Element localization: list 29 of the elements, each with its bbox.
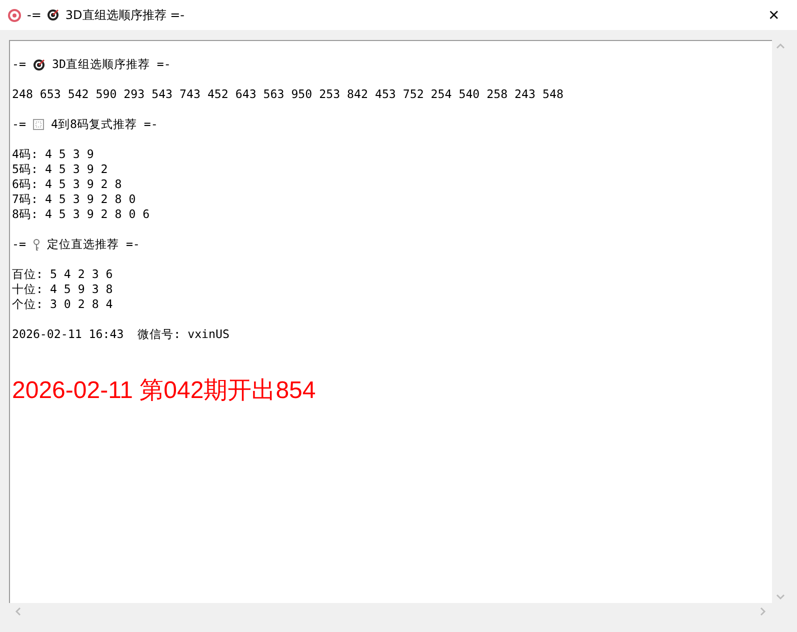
text-line: 8码: 4 5 3 9 2 8 0 6	[12, 207, 151, 222]
close-button[interactable]: ✕	[751, 0, 797, 30]
target-icon	[47, 9, 60, 21]
scroll-up-icon[interactable]	[776, 43, 785, 49]
text-line: 5码: 4 5 3 9 2	[12, 162, 109, 177]
text-line: 6码: 4 5 3 9 2 8	[12, 177, 123, 192]
scroll-down-icon[interactable]	[776, 594, 785, 600]
app-icon	[8, 8, 21, 22]
heading-text: -=	[12, 57, 26, 72]
result-text: 2026-02-11 第042期开出854	[12, 376, 316, 406]
text-line: 十位: 4 5 9 3 8	[12, 282, 114, 297]
text-line: 2026-02-11 16:43 微信号: vxinUS	[12, 327, 230, 342]
heading-text: -=	[12, 237, 26, 252]
window-title: -=	[27, 8, 42, 22]
scroll-right-icon[interactable]	[760, 607, 766, 616]
heading-text: 3D直组选顺序推荐 =-	[52, 57, 171, 72]
key-icon	[32, 238, 40, 250]
heading-text: 4到8码复式推荐 =-	[50, 117, 158, 132]
text-line: 4码: 4 5 3 9	[12, 147, 95, 162]
window-title: 3D直组选顺序推荐 =-	[65, 6, 184, 24]
box-icon	[32, 119, 44, 130]
heading-text: 定位直选推荐 =-	[46, 237, 140, 252]
text-line: 248 653 542 590 293 543 743 452 643 563 950 253 842 453 752 254 540 258 243 548	[12, 87, 564, 102]
target-icon	[32, 58, 45, 70]
text-line: 7码: 4 5 3 9 2 8 0	[12, 192, 137, 207]
text-line: 百位: 5 4 2 3 6	[12, 267, 114, 282]
text-line: 个位: 3 0 2 8 4	[12, 297, 114, 312]
scroll-left-icon[interactable]	[15, 607, 21, 616]
heading-text: -=	[12, 117, 26, 132]
